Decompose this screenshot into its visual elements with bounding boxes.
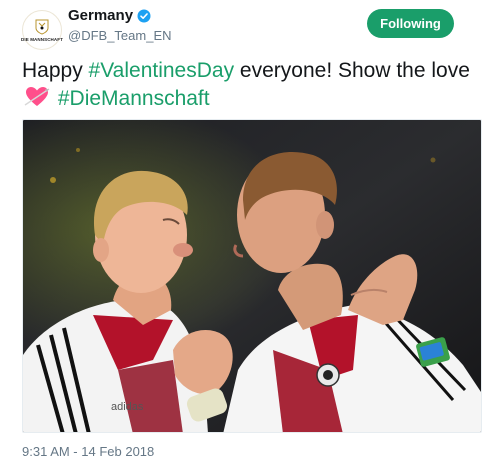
kit-brand-label: adidas [111, 401, 144, 413]
tweet-header: DIE MANNSCHAFT Germany @DFB_Team_EN Foll… [0, 0, 499, 52]
avatar[interactable]: DIE MANNSCHAFT [21, 10, 63, 50]
account-handle[interactable]: @DFB_Team_EN [68, 28, 172, 43]
display-name-row: Germany [68, 7, 172, 24]
hashtag-diemannschaft[interactable]: #DieMannschaft [58, 87, 210, 110]
tweet-text-part: everyone! Show the love [234, 59, 470, 82]
tweet-timestamp[interactable]: 9:31 AM - 14 Feb 2018 [22, 444, 154, 459]
display-name[interactable]: Germany [68, 7, 133, 24]
photo-image: adidas [23, 120, 481, 432]
tweet-card: DIE MANNSCHAFT Germany @DFB_Team_EN Foll… [0, 0, 499, 464]
following-button[interactable]: Following [367, 9, 454, 38]
dfb-crest-icon [35, 19, 49, 35]
tweet-photo[interactable]: adidas [22, 119, 482, 433]
heart-with-arrow-icon [24, 87, 50, 106]
verified-badge-icon [137, 9, 151, 22]
tweet-text: Happy #ValentinesDay everyone! Show the … [22, 57, 482, 113]
hashtag-valentinesday[interactable]: #ValentinesDay [89, 59, 235, 82]
account-names: Germany @DFB_Team_EN [68, 7, 172, 43]
tweet-text-part: Happy [22, 59, 89, 82]
avatar-label: DIE MANNSCHAFT [21, 36, 63, 42]
